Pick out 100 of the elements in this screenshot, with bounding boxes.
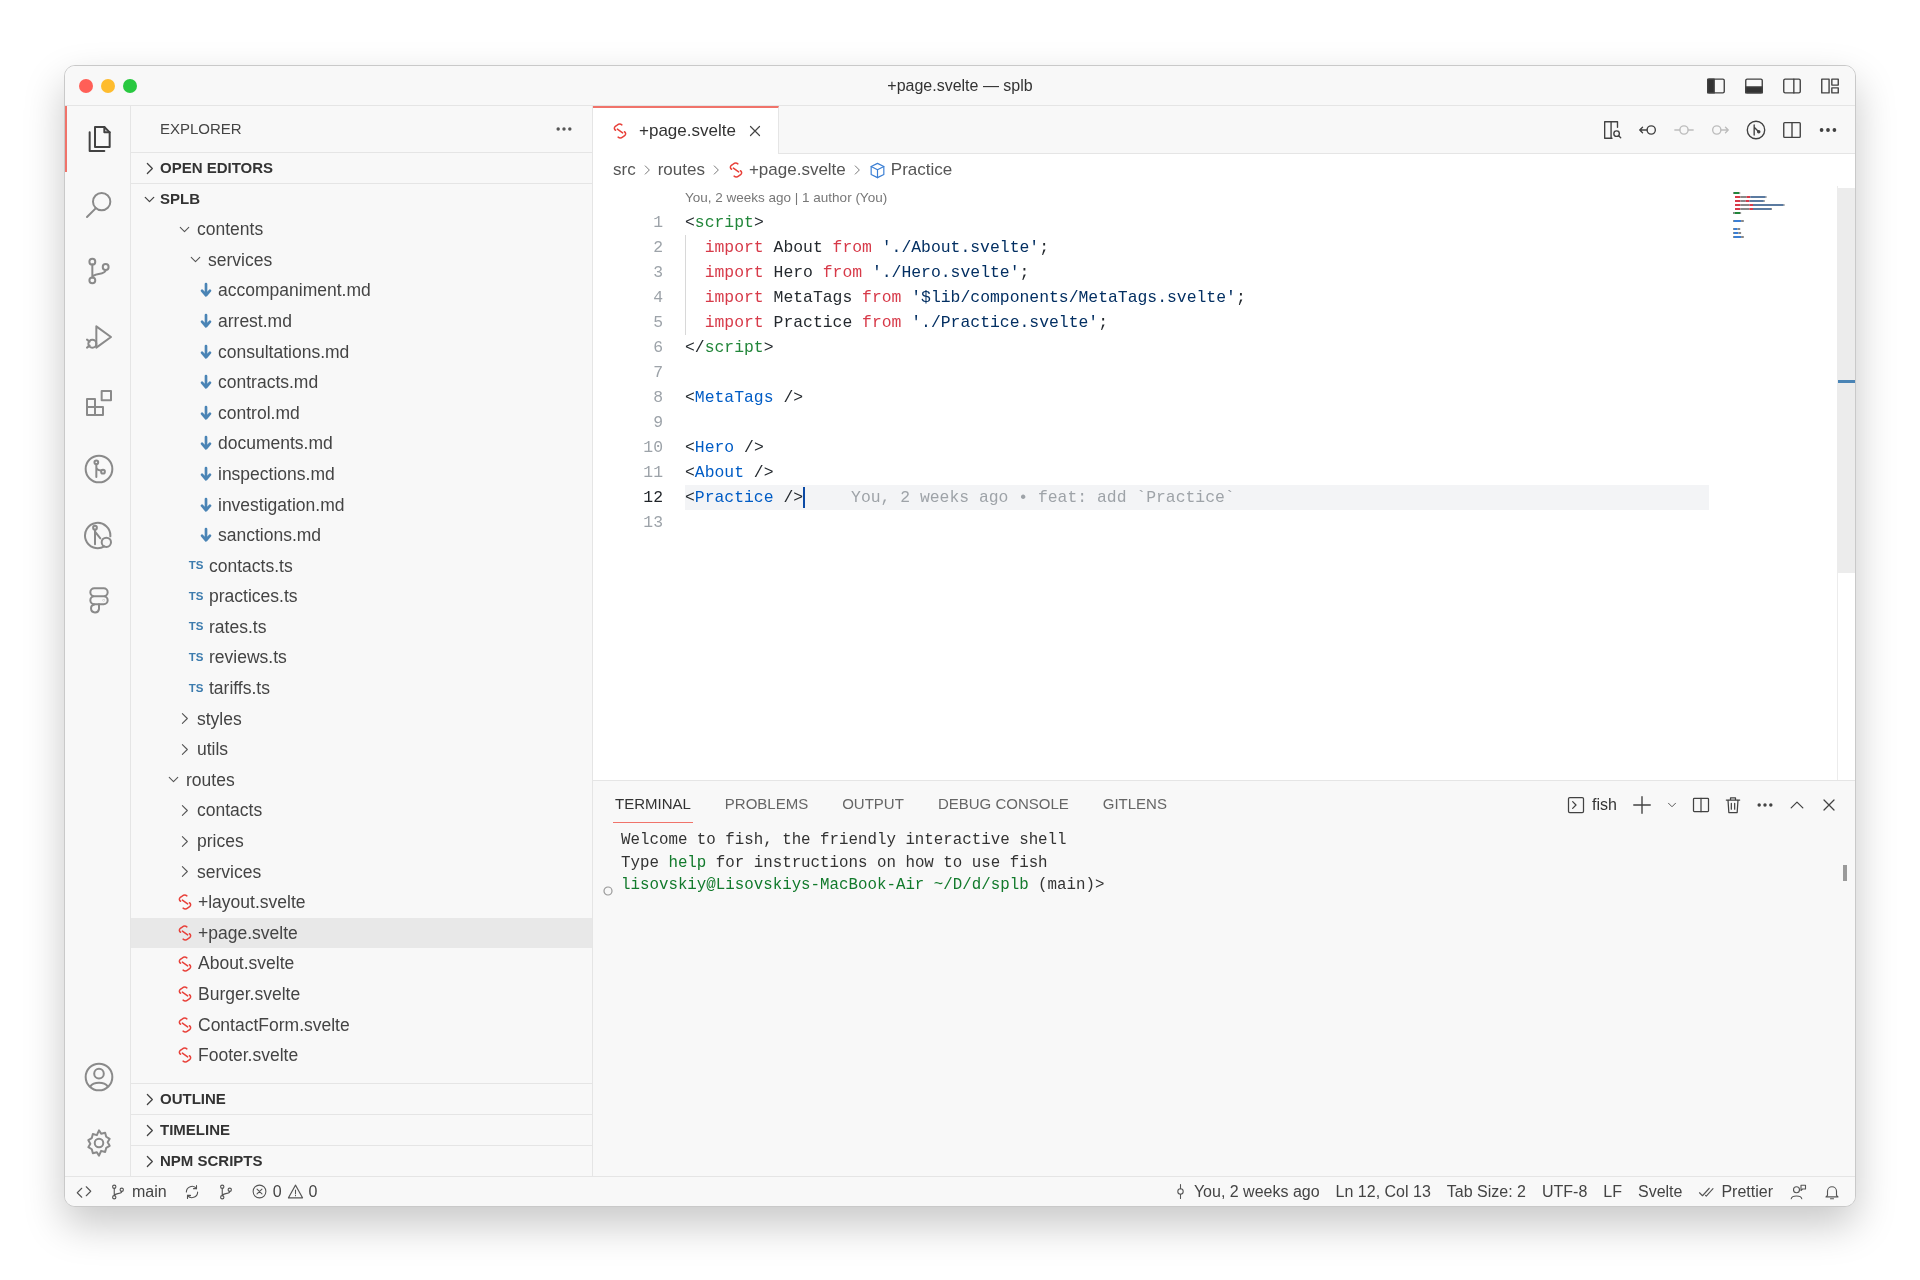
line-number: 11 <box>642 462 663 484</box>
plus-icon[interactable] <box>1631 794 1653 816</box>
breadcrumb-item[interactable]: Practice <box>890 157 953 183</box>
code-line: import About from './About.svelte'; <box>704 237 1049 259</box>
tree-item[interactable]: TS contacts.ts <box>131 550 592 582</box>
code-line: import MetaTags from '$lib/components/MetaTags.svelte'; <box>704 287 1246 309</box>
down-arrow-icon <box>198 374 214 391</box>
terminal-output: Welcome to fish, the friendly interactive shell <box>621 831 1067 849</box>
scrollbar-thumb[interactable] <box>1843 865 1847 881</box>
panel-tab[interactable]: PROBLEMS <box>722 787 811 823</box>
status-item[interactable]: Svelte <box>1637 1179 1683 1204</box>
s-shape-icon <box>176 1046 194 1065</box>
status-item[interactable]: Ln 12, Col 13 <box>1335 1179 1431 1204</box>
line-number: 13 <box>642 512 663 534</box>
tree-item[interactable]: services <box>131 856 592 888</box>
breadcrumb-item[interactable]: src <box>613 157 636 183</box>
warning-icon <box>286 1183 304 1200</box>
down-arrow-icon <box>198 496 214 513</box>
tree-item[interactable]: TS rates.ts <box>131 611 592 643</box>
terminal-icon <box>1566 795 1587 815</box>
tree-item[interactable]: contents <box>131 214 592 245</box>
problems-status[interactable]: 0 0 <box>250 1179 318 1204</box>
line-number: 7 <box>652 362 663 384</box>
tree-item[interactable]: contracts.md <box>131 366 592 398</box>
s-shape-icon <box>176 893 194 912</box>
code-line: import Practice from './Practice.svelte'; <box>704 312 1108 334</box>
account-icon[interactable] <box>82 1061 115 1093</box>
blame-annotation: You, 2 weeks ago | 1 author (You) <box>684 189 889 207</box>
section-header[interactable]: OPEN EDITORS <box>131 152 592 183</box>
line-number: 12 <box>642 487 663 509</box>
tree-item[interactable]: TS reviews.ts <box>131 642 592 673</box>
tree-item[interactable]: TS practices.ts <box>131 581 592 612</box>
trash-icon[interactable] <box>1723 795 1743 815</box>
formatter-status[interactable]: Prettier <box>1698 1179 1773 1204</box>
line-number: 6 <box>652 337 663 359</box>
code-line: <About /> <box>685 462 774 484</box>
branch-status[interactable]: main <box>109 1179 167 1204</box>
panel-tab[interactable]: TERMINAL <box>613 787 693 823</box>
code-line: import Hero from './Hero.svelte'; <box>704 262 1030 284</box>
tree-item[interactable]: ContactForm.svelte <box>131 1009 592 1041</box>
line-number: 5 <box>652 312 663 334</box>
line-number: 4 <box>652 287 663 309</box>
tree-item[interactable]: arrest.md <box>131 305 592 337</box>
tree-item[interactable]: styles <box>131 703 592 735</box>
s-shape-icon <box>176 985 194 1004</box>
tree-item[interactable]: sanctions.md <box>131 519 592 551</box>
branch-icon <box>109 1182 127 1201</box>
tree-item[interactable]: utils <box>131 734 592 765</box>
tree-item[interactable]: routes <box>131 764 592 796</box>
section-header[interactable]: SPLB <box>131 183 592 214</box>
tree-item[interactable]: +page.svelte <box>131 917 592 949</box>
window-close-button[interactable] <box>79 78 93 93</box>
line-number: 3 <box>652 262 663 284</box>
tree-item[interactable]: prices <box>131 825 592 857</box>
line-number: 1 <box>652 212 663 234</box>
window-title: +page.svelte — splb <box>887 75 1033 96</box>
section-header[interactable]: OUTLINE <box>131 1083 592 1114</box>
code-line: </script> <box>685 337 774 359</box>
section-header[interactable]: TIMELINE <box>131 1114 592 1145</box>
feedback-icon[interactable] <box>1789 1182 1807 1201</box>
code-line: <MetaTags /> <box>685 387 804 409</box>
tree-item[interactable]: +layout.svelte <box>131 887 592 918</box>
tree-item[interactable]: accompaniment.md <box>131 275 592 306</box>
cursor-position-marker <box>1838 380 1855 383</box>
panel-tab[interactable]: GITLENS <box>1100 787 1169 823</box>
text-cursor <box>803 487 806 508</box>
tree-item[interactable]: documents.md <box>131 428 592 459</box>
blame-status[interactable]: You, 2 weeks ago <box>1171 1179 1320 1204</box>
down-arrow-icon <box>198 435 214 452</box>
tree-item[interactable]: inspections.md <box>131 458 592 490</box>
branch-badge-icon[interactable] <box>82 519 115 551</box>
code-line: <Hero /> <box>685 437 764 459</box>
code-line: <script> <box>685 212 764 234</box>
down-arrow-icon <box>198 313 214 330</box>
tree-item[interactable]: Footer.svelte <box>131 1040 592 1071</box>
tree-item[interactable]: contacts <box>131 795 592 826</box>
tree-item[interactable]: TS tariffs.ts <box>131 672 592 704</box>
status-item[interactable]: UTF-8 <box>1541 1179 1588 1204</box>
tree-item[interactable]: Burger.svelte <box>131 978 592 1010</box>
inline-blame: You, 2 weeks ago • feat: add `Practice` <box>851 487 1235 509</box>
tree-item[interactable]: investigation.md <box>131 489 592 520</box>
panel-tab[interactable]: OUTPUT <box>840 787 906 823</box>
panel-tab[interactable]: DEBUG CONSOLE <box>935 787 1071 823</box>
terminal-profile-button[interactable]: fish <box>1564 791 1619 819</box>
tree-item[interactable]: services <box>131 244 592 276</box>
file-type-label: TS <box>187 680 205 696</box>
status-item[interactable]: LF <box>1603 1179 1622 1204</box>
file-type-label: TS <box>187 558 205 574</box>
down-arrow-icon <box>198 466 214 483</box>
tree-item[interactable]: About.svelte <box>131 948 592 979</box>
tree-item[interactable]: consultations.md <box>131 336 592 367</box>
scrollbar-thumb[interactable] <box>1838 188 1855 573</box>
editor-tab[interactable]: +page.svelte <box>593 106 779 154</box>
split-terminal-icon[interactable] <box>1691 795 1711 815</box>
breadcrumb-item[interactable]: routes <box>657 157 705 183</box>
s-shape-icon <box>176 1015 194 1034</box>
status-item[interactable]: Tab Size: 2 <box>1446 1179 1526 1204</box>
code-line: <Practice /> <box>685 487 804 509</box>
breadcrumb-item[interactable]: +page.svelte <box>748 157 846 183</box>
tree-item[interactable]: control.md <box>131 397 592 429</box>
